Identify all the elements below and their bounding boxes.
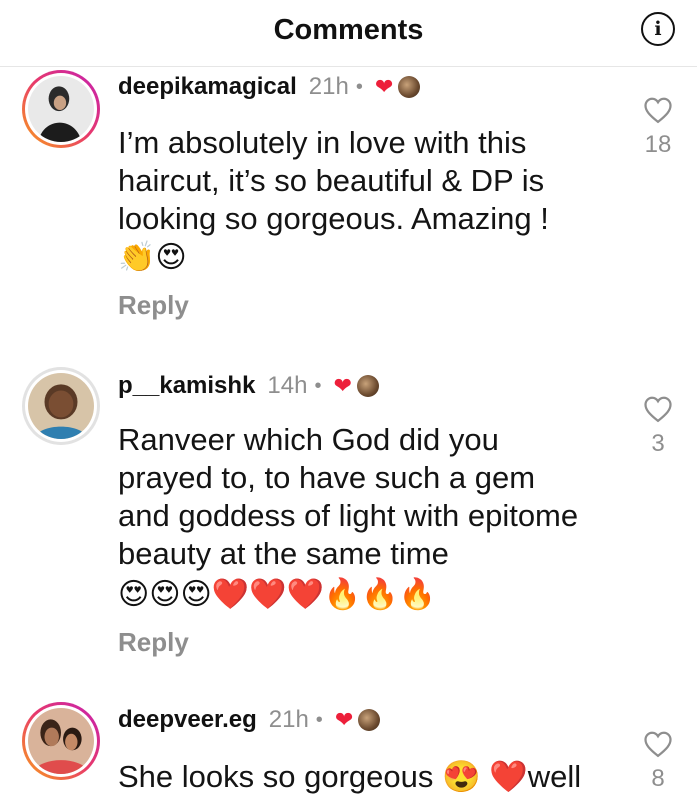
comment-header-row: deepikamagical 21h • ❤ (118, 73, 421, 101)
comment-header-row: p__kamishk 14h • ❤ (118, 372, 379, 400)
comment-text: Ranveer which God did you prayed to, to … (118, 422, 579, 571)
reply-button[interactable]: Reply (118, 627, 189, 658)
author-mini-avatar (356, 375, 379, 397)
avatar[interactable] (22, 702, 100, 780)
heart-icon[interactable] (643, 96, 673, 124)
heart-icon[interactable] (643, 395, 673, 423)
separator-dot: • (355, 75, 363, 98)
comment-text: She looks so gorgeous 😍 ❤️well (118, 759, 582, 794)
comment-time: 14h (267, 372, 308, 399)
username-link[interactable]: p__kamishk (118, 372, 255, 400)
username-link[interactable]: deepveer.eg (118, 706, 257, 734)
liked-by-author-heart-icon: ❤ (374, 74, 394, 99)
liked-by-author-heart-icon: ❤ (334, 707, 354, 732)
liked-by-author-heart-icon: ❤ (333, 373, 352, 398)
avatar-photo-icon (28, 76, 94, 142)
username-link[interactable]: deepikamagical (118, 73, 297, 101)
like-column: 8 (636, 730, 680, 793)
info-icon[interactable]: i (641, 12, 675, 46)
author-mini-avatar (398, 76, 421, 98)
comment-header-row: deepveer.eg 21h • ❤ (118, 706, 381, 734)
like-count: 8 (651, 765, 665, 792)
comment-emojis: 😍😍😍❤️❤️❤️🔥🔥🔥 (118, 577, 436, 612)
comment-emojis: 👏😍 (118, 240, 187, 275)
avatar-photo-icon (28, 373, 94, 439)
comment-time: 21h (308, 73, 349, 100)
comments-header: Comments i (0, 0, 697, 67)
like-column: 3 (636, 395, 680, 458)
comment-time: 21h (268, 706, 309, 733)
reply-button[interactable]: Reply (118, 290, 189, 321)
author-mini-avatar (358, 709, 381, 731)
separator-dot: • (315, 708, 323, 731)
like-count: 3 (651, 430, 665, 457)
avatar[interactable] (22, 70, 100, 148)
comment-text: I’m absolutely in love with this haircut… (118, 125, 549, 236)
heart-icon[interactable] (643, 730, 673, 758)
separator-dot: • (314, 374, 322, 397)
like-column: 18 (636, 96, 680, 159)
like-count: 18 (644, 131, 672, 158)
avatar[interactable] (22, 367, 100, 445)
avatar-photo-icon (28, 708, 94, 774)
page-title: Comments (273, 14, 424, 46)
